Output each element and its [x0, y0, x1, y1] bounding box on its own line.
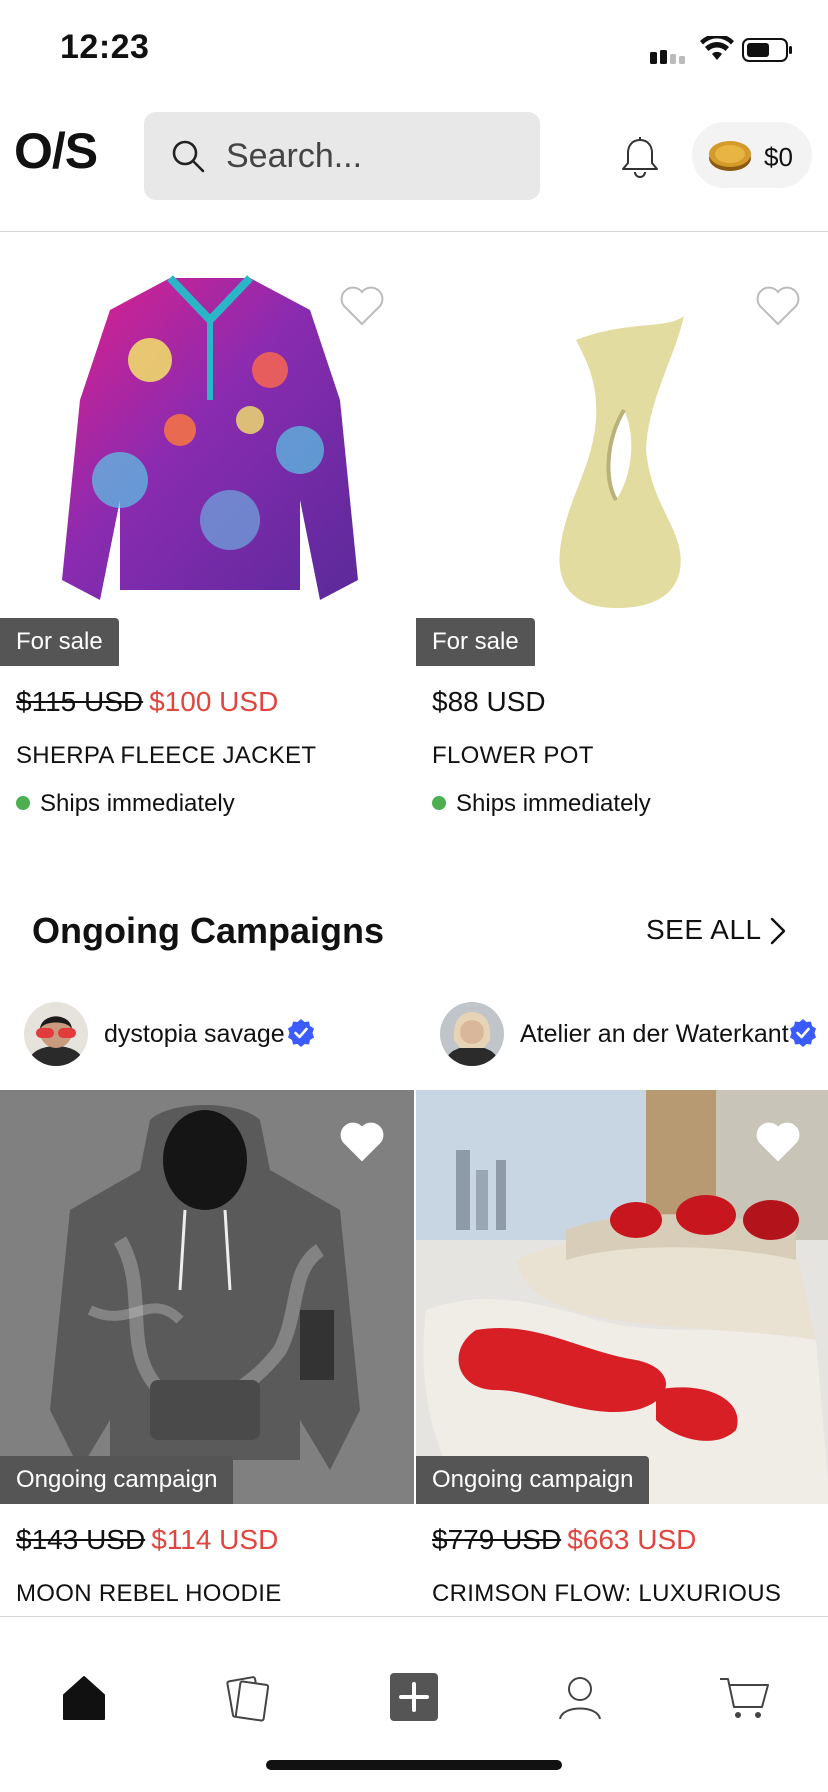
shipping-status: Ships immediately	[432, 790, 651, 818]
home-icon[interactable]	[56, 1669, 112, 1725]
campaign-product-card[interactable]: Ongoing campaign $143 USD $114 USD MOON R…	[0, 1090, 414, 1620]
sale-price: $114 USD	[151, 1524, 279, 1555]
product-title: MOON REBEL HOODIE	[16, 1580, 282, 1607]
original-price: $143 USD	[16, 1524, 146, 1555]
shipping-label: Ships immediately	[456, 790, 651, 817]
in-stock-dot	[16, 796, 30, 810]
shipping-label: Ships immediately	[40, 790, 235, 817]
search-icon	[172, 140, 205, 173]
original-price: $115 USD	[16, 686, 144, 717]
product-title: SHERPA FLEECE JACKET	[16, 742, 317, 769]
seller-row[interactable]: Atelier an der Waterkant	[440, 1002, 828, 1068]
for-sale-badge: For sale	[0, 618, 119, 666]
product-card[interactable]: For sale $115 USD $100 USD SHERPA FLEECE …	[0, 250, 414, 830]
product-title: CRIMSON FLOW: LUXURIOUS	[432, 1580, 782, 1607]
verified-badge-icon	[288, 1019, 314, 1047]
seller-row[interactable]: dystopia savage	[24, 1002, 414, 1068]
see-all-link[interactable]: SEE ALL	[646, 914, 762, 946]
shipping-status: Ships immediately	[16, 790, 235, 818]
favorite-heart-icon[interactable]	[338, 1120, 386, 1164]
home-indicator[interactable]	[266, 1760, 562, 1770]
sale-price: $663 USD	[567, 1524, 697, 1555]
cellular-signal-icon	[650, 50, 685, 64]
price: $88 USD	[432, 686, 546, 717]
cart-icon[interactable]	[716, 1669, 772, 1725]
wifi-icon	[700, 36, 734, 60]
price-row: $115 USD $100 USD	[16, 686, 278, 718]
seller-avatar[interactable]	[440, 1002, 504, 1066]
battery-icon	[742, 38, 792, 62]
original-price: $779 USD	[432, 1524, 562, 1555]
ongoing-campaign-badge: Ongoing campaign	[416, 1456, 650, 1504]
favorite-heart-icon[interactable]	[338, 284, 386, 328]
product-card[interactable]: For sale $88 USD FLOWER POT Ships immedi…	[416, 250, 828, 830]
favorite-heart-icon[interactable]	[754, 1120, 802, 1164]
search-input[interactable]	[226, 132, 526, 180]
seller-name[interactable]: Atelier an der Waterkant	[520, 1020, 789, 1049]
chevron-right-icon[interactable]	[768, 916, 788, 946]
seller-name[interactable]: dystopia savage	[104, 1020, 285, 1049]
cards-icon[interactable]	[220, 1669, 276, 1725]
product-title: FLOWER POT	[432, 742, 594, 769]
sale-price: $100 USD	[149, 686, 279, 717]
verified-badge-icon	[790, 1019, 816, 1047]
for-sale-badge: For sale	[416, 618, 535, 666]
ongoing-campaign-badge: Ongoing campaign	[0, 1456, 234, 1504]
top-header: O/S $0	[0, 100, 828, 232]
search-bar[interactable]	[144, 112, 540, 200]
wallet-balance-button[interactable]: $0	[692, 122, 812, 188]
status-bar: 12:23	[0, 0, 828, 100]
favorite-heart-icon[interactable]	[754, 284, 802, 328]
app-logo[interactable]: O/S	[14, 122, 98, 180]
in-stock-dot	[432, 796, 446, 810]
wallet-amount: $0	[764, 142, 793, 172]
price-row: $779 USD $663 USD	[432, 1524, 696, 1556]
coin-icon	[709, 141, 751, 171]
price-row: $143 USD $114 USD	[16, 1524, 278, 1556]
section-title-campaigns: Ongoing Campaigns	[32, 910, 385, 951]
price-row: $88 USD	[432, 686, 546, 718]
notification-bell-icon[interactable]	[618, 136, 662, 180]
campaign-product-card[interactable]: Ongoing campaign $779 USD $663 USD CRIMSO…	[416, 1090, 828, 1620]
profile-icon[interactable]	[552, 1669, 608, 1725]
seller-avatar[interactable]	[24, 1002, 88, 1066]
status-time: 12:23	[60, 28, 150, 66]
add-icon[interactable]	[386, 1669, 442, 1725]
